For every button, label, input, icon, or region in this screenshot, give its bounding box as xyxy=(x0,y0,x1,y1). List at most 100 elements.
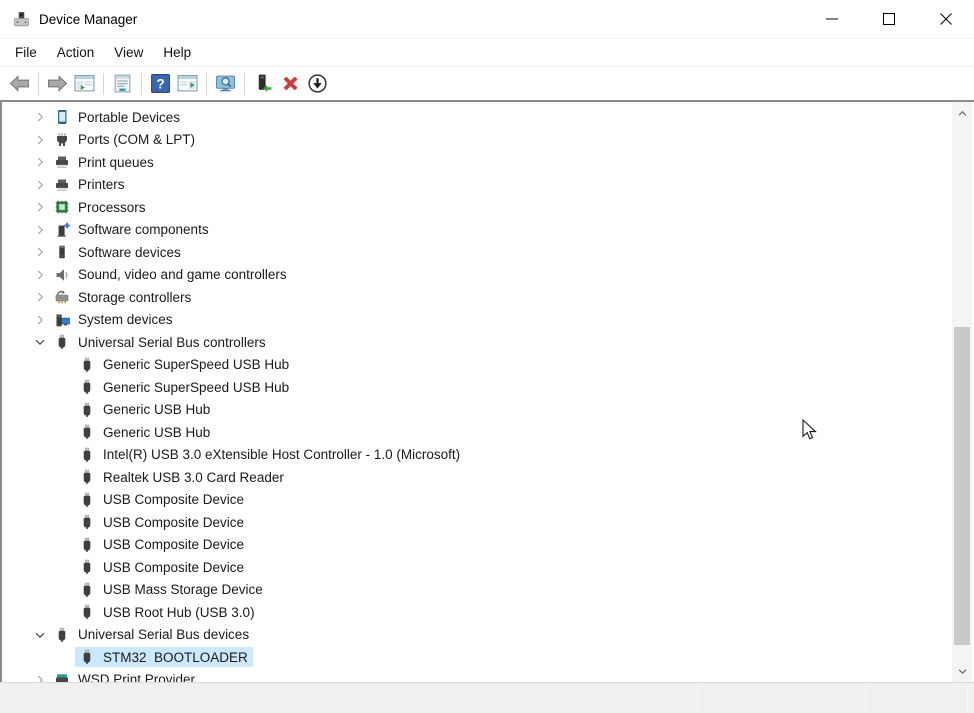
expand-chevron-icon[interactable] xyxy=(30,222,50,238)
device-entry[interactable]: Print queues xyxy=(50,152,159,172)
device-entry[interactable]: Generic USB Hub xyxy=(75,422,215,442)
help-button[interactable] xyxy=(147,70,174,98)
usb-icon xyxy=(79,379,95,395)
tree-item-intel-r-usb-3-0-extensible-host-controller-1-0-microsoft[interactable]: Intel(R) USB 3.0 eXtensible Host Control… xyxy=(2,444,950,467)
software-component-icon xyxy=(54,222,70,238)
device-entry[interactable]: Storage controllers xyxy=(50,287,196,307)
menu-action[interactable]: Action xyxy=(47,39,105,66)
tree-item-realtek-usb-3-0-card-reader[interactable]: Realtek USB 3.0 Card Reader xyxy=(2,466,950,489)
scan-for-hardware-changes-button[interactable] xyxy=(212,70,239,98)
tree-item-usb-composite-device[interactable]: USB Composite Device xyxy=(2,489,950,512)
device-entry[interactable]: USB Composite Device xyxy=(75,512,249,532)
tree-item-software-devices[interactable]: Software devices xyxy=(2,241,950,264)
device-entry[interactable]: Universal Serial Bus devices xyxy=(50,625,254,645)
tree-item-stm32-bootloader[interactable]: STM32 BOOTLOADER xyxy=(2,646,950,669)
expand-chevron-icon[interactable] xyxy=(30,244,50,260)
menu-file[interactable]: File xyxy=(5,39,47,66)
device-entry[interactable]: USB Composite Device xyxy=(75,490,249,510)
device-entry[interactable]: Processors xyxy=(50,197,151,217)
tree-item-system-devices[interactable]: System devices xyxy=(2,309,950,332)
device-entry[interactable]: Generic SuperSpeed USB Hub xyxy=(75,355,294,375)
tree-item-wsd-print-provider[interactable]: WSD Print Provider xyxy=(2,669,950,683)
uninstall-device-button[interactable] xyxy=(277,70,304,98)
back-button[interactable] xyxy=(6,70,33,98)
expand-chevron-icon[interactable] xyxy=(30,199,50,215)
menu-view[interactable]: View xyxy=(104,39,153,66)
chevron-spacer xyxy=(55,559,75,575)
forward-button[interactable] xyxy=(44,70,71,98)
device-entry[interactable]: Software components xyxy=(50,220,214,240)
update-driver-button[interactable] xyxy=(250,70,277,98)
minimize-icon xyxy=(825,12,839,26)
collapse-chevron-icon[interactable] xyxy=(30,334,50,350)
scroll-up-button[interactable] xyxy=(952,104,972,122)
tree-item-print-queues[interactable]: Print queues xyxy=(2,151,950,174)
scrollbar-thumb[interactable] xyxy=(954,327,970,645)
collapse-chevron-icon[interactable] xyxy=(30,627,50,643)
expand-chevron-icon[interactable] xyxy=(30,289,50,305)
menu-help[interactable]: Help xyxy=(153,39,201,66)
device-entry[interactable]: Intel(R) USB 3.0 eXtensible Host Control… xyxy=(75,445,465,465)
scan-for-hardware-changes-icon xyxy=(215,73,236,94)
device-entry[interactable]: USB Composite Device xyxy=(75,535,249,555)
chevron-spacer xyxy=(55,604,75,620)
device-entry[interactable]: STM32 BOOTLOADER xyxy=(75,647,253,667)
tree-item-universal-serial-bus-devices[interactable]: Universal Serial Bus devices xyxy=(2,624,950,647)
device-entry[interactable]: Generic SuperSpeed USB Hub xyxy=(75,377,294,397)
tree-item-storage-controllers[interactable]: Storage controllers xyxy=(2,286,950,309)
show-action-pane-button[interactable] xyxy=(174,70,201,98)
device-entry[interactable]: WSD Print Provider xyxy=(50,670,200,682)
expand-chevron-icon[interactable] xyxy=(30,109,50,125)
expand-chevron-icon[interactable] xyxy=(30,132,50,148)
disable-device-button[interactable] xyxy=(304,70,331,98)
close-button[interactable] xyxy=(917,0,974,38)
device-entry[interactable]: Portable Devices xyxy=(50,107,185,127)
device-entry[interactable]: Realtek USB 3.0 Card Reader xyxy=(75,467,289,487)
tree-item-software-components[interactable]: Software components xyxy=(2,219,950,242)
expand-chevron-icon[interactable] xyxy=(30,154,50,170)
tree-item-generic-usb-hub[interactable]: Generic USB Hub xyxy=(2,399,950,422)
maximize-button[interactable] xyxy=(860,0,917,38)
device-entry[interactable]: USB Root Hub (USB 3.0) xyxy=(75,602,260,622)
device-tree-pane: Portable Devices Ports (COM & LPT) Print q… xyxy=(0,100,974,682)
window-title: Device Manager xyxy=(39,12,803,27)
scroll-down-button[interactable] xyxy=(952,662,972,680)
device-entry[interactable]: Universal Serial Bus controllers xyxy=(50,332,271,352)
device-entry[interactable]: System devices xyxy=(50,310,178,330)
vertical-scrollbar[interactable] xyxy=(952,102,972,682)
tree-item-generic-usb-hub[interactable]: Generic USB Hub xyxy=(2,421,950,444)
device-entry[interactable]: Software devices xyxy=(50,242,186,262)
show-console-tree-button[interactable] xyxy=(71,70,98,98)
minimize-button[interactable] xyxy=(803,0,860,38)
expand-chevron-icon[interactable] xyxy=(30,672,50,682)
tree-item-sound-video-and-game-controllers[interactable]: Sound, video and game controllers xyxy=(2,264,950,287)
device-entry[interactable]: USB Composite Device xyxy=(75,557,249,577)
properties-button[interactable] xyxy=(109,70,136,98)
tree-item-portable-devices[interactable]: Portable Devices xyxy=(2,106,950,129)
show-console-tree-icon xyxy=(74,73,95,94)
expand-chevron-icon[interactable] xyxy=(30,177,50,193)
tree-item-generic-superspeed-usb-hub[interactable]: Generic SuperSpeed USB Hub xyxy=(2,376,950,399)
expand-chevron-icon[interactable] xyxy=(30,312,50,328)
chevron-spacer xyxy=(55,514,75,530)
device-entry[interactable]: Printers xyxy=(50,175,130,195)
device-label: Generic SuperSpeed USB Hub xyxy=(103,357,289,372)
tree-item-generic-superspeed-usb-hub[interactable]: Generic SuperSpeed USB Hub xyxy=(2,354,950,377)
tree-item-processors[interactable]: Processors xyxy=(2,196,950,219)
status-bar xyxy=(0,682,974,713)
tree-item-ports-com-lpt[interactable]: Ports (COM & LPT) xyxy=(2,129,950,152)
expand-chevron-icon[interactable] xyxy=(30,267,50,283)
device-label: Ports (COM & LPT) xyxy=(78,132,195,147)
tree-item-usb-composite-device[interactable]: USB Composite Device xyxy=(2,511,950,534)
device-entry[interactable]: Sound, video and game controllers xyxy=(50,265,292,285)
device-entry[interactable]: USB Mass Storage Device xyxy=(75,580,268,600)
tree-item-usb-composite-device[interactable]: USB Composite Device xyxy=(2,534,950,557)
tree-item-universal-serial-bus-controllers[interactable]: Universal Serial Bus controllers xyxy=(2,331,950,354)
tree-item-usb-mass-storage-device[interactable]: USB Mass Storage Device xyxy=(2,579,950,602)
tree-item-printers[interactable]: Printers xyxy=(2,174,950,197)
tree-item-usb-root-hub-usb-3-0[interactable]: USB Root Hub (USB 3.0) xyxy=(2,601,950,624)
tree-item-usb-composite-device[interactable]: USB Composite Device xyxy=(2,556,950,579)
device-entry[interactable]: Ports (COM & LPT) xyxy=(50,130,200,150)
device-entry[interactable]: Generic USB Hub xyxy=(75,400,215,420)
chevron-spacer xyxy=(55,649,75,665)
